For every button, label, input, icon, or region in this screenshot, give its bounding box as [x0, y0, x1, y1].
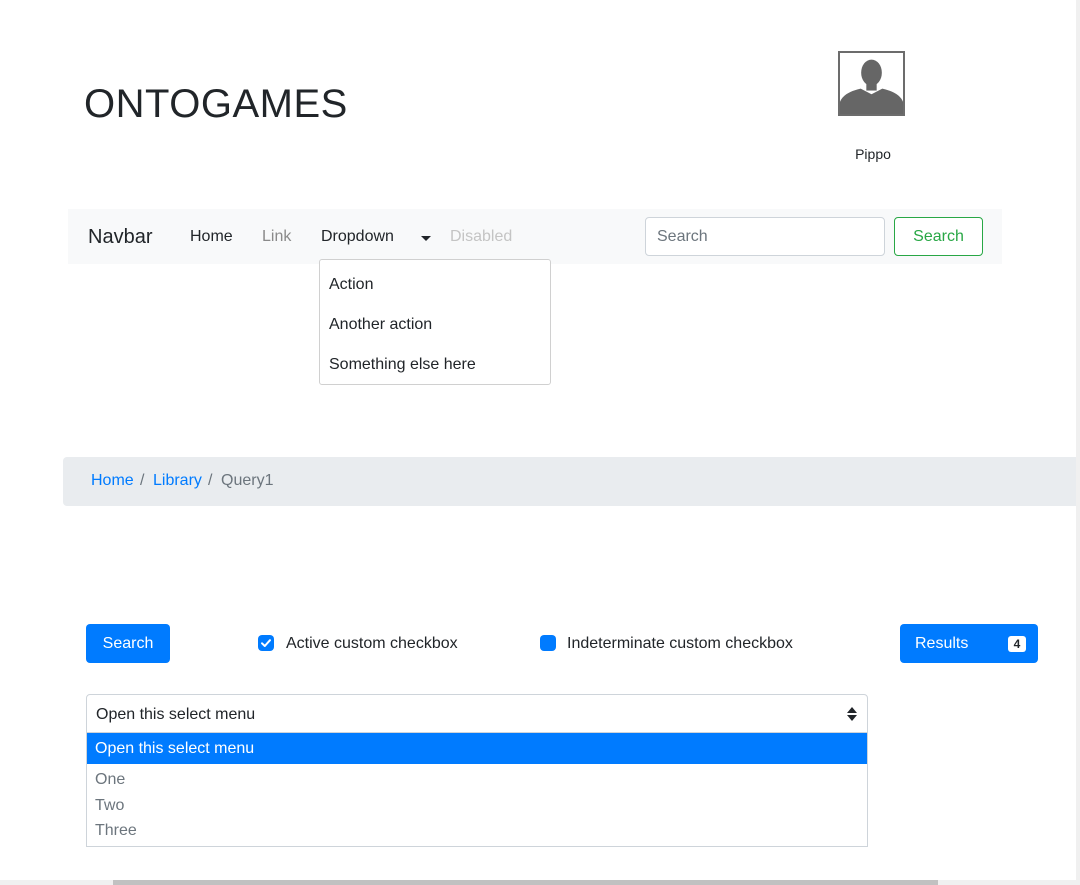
navbar-search-button[interactable]: Search: [894, 217, 983, 256]
select-option-two[interactable]: Two: [87, 797, 867, 815]
results-button[interactable]: Results 4: [900, 624, 1038, 663]
breadcrumb-separator: /: [140, 472, 145, 489]
nav-link-home[interactable]: Home: [190, 228, 233, 246]
select-current-value: Open this select menu: [96, 706, 256, 723]
horizontal-scrollbar-thumb[interactable]: [113, 880, 938, 885]
breadcrumb-home[interactable]: Home: [91, 472, 134, 490]
navbar-brand[interactable]: Navbar: [88, 226, 152, 249]
active-checkbox[interactable]: [258, 635, 274, 651]
nav-link-link[interactable]: Link: [262, 228, 291, 246]
results-button-label: Results: [915, 635, 969, 652]
select-option-placeholder[interactable]: Open this select menu: [87, 733, 867, 764]
username-label: Pippo: [855, 146, 891, 162]
user-silhouette-icon: [840, 53, 903, 114]
checkmark-icon: [261, 639, 271, 647]
indeterminate-checkbox-label[interactable]: Indeterminate custom checkbox: [567, 635, 793, 653]
nav-link-disabled: Disabled: [450, 228, 513, 245]
page-title: ONTOGAMES: [84, 82, 348, 126]
navbar: Navbar Home Link Dropdown Disabled Searc…: [68, 209, 1002, 264]
navbar-search-input[interactable]: [645, 217, 885, 256]
breadcrumb: Home / Library / Query1: [63, 457, 1080, 506]
select-arrows-icon: [847, 706, 857, 722]
select-options-list: Open this select menu One Two Three: [86, 733, 868, 847]
breadcrumb-separator: /: [208, 472, 213, 489]
vertical-scrollbar[interactable]: [1076, 0, 1080, 880]
indeterminate-checkbox[interactable]: [540, 635, 556, 651]
dropdown-item-another-action[interactable]: Another action: [329, 316, 432, 334]
breadcrumb-library[interactable]: Library: [153, 472, 202, 490]
dropdown-item-something-else[interactable]: Something else here: [329, 356, 476, 374]
active-checkbox-label[interactable]: Active custom checkbox: [286, 635, 458, 653]
avatar[interactable]: [838, 51, 905, 116]
search-button[interactable]: Search: [86, 624, 170, 663]
select-option-one[interactable]: One: [87, 771, 867, 789]
nav-dropdown-toggle[interactable]: Dropdown: [321, 228, 394, 246]
select-option-three[interactable]: Three: [87, 822, 867, 840]
dropdown-item-action[interactable]: Action: [329, 276, 373, 294]
select-menu[interactable]: Open this select menu: [86, 694, 868, 733]
dropdown-menu: Action Another action Something else her…: [319, 259, 551, 385]
results-count-badge: 4: [1008, 636, 1026, 652]
breadcrumb-current: Query1: [221, 472, 274, 489]
caret-down-icon[interactable]: [421, 236, 431, 241]
